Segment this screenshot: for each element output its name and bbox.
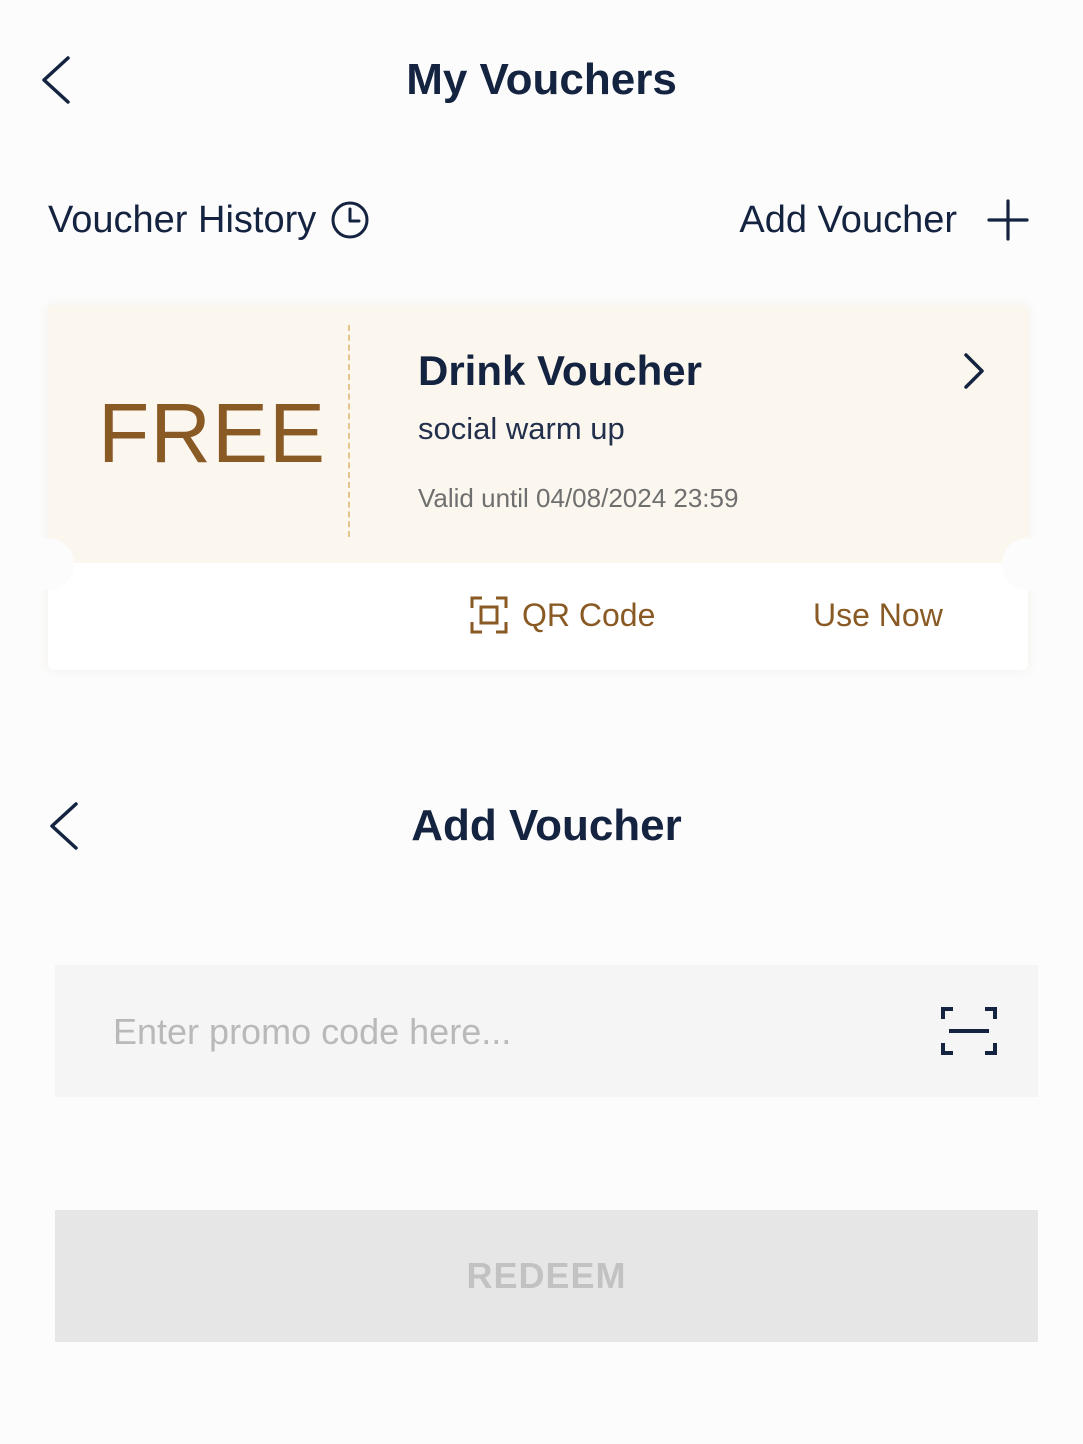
chevron-right-icon — [964, 353, 984, 389]
voucher-history-link[interactable]: Voucher History — [48, 192, 370, 248]
voucher-history-label: Voucher History — [48, 198, 317, 241]
add-voucher-label: Add Voucher — [739, 198, 957, 241]
use-now-button[interactable]: Use Now — [813, 593, 943, 637]
voucher-card[interactable]: FREE Drink Voucher social warm up Valid … — [22, 305, 1054, 670]
voucher-detail-button[interactable] — [956, 347, 992, 395]
qr-code-button[interactable]: QR Code — [470, 593, 655, 637]
plus-icon — [987, 199, 1029, 241]
voucher-title: Drink Voucher — [418, 347, 702, 394]
clock-icon — [330, 200, 370, 240]
redeem-button[interactable]: REDEEM — [55, 1210, 1038, 1342]
scan-code-button[interactable] — [939, 1005, 999, 1057]
promo-code-field — [55, 965, 1038, 1099]
promo-code-input[interactable] — [111, 965, 895, 1099]
qr-code-label: QR Code — [522, 596, 656, 633]
voucher-badge: FREE — [98, 386, 327, 480]
ticket-notch-left — [22, 538, 74, 590]
barcode-scan-icon — [941, 1007, 997, 1055]
voucher-subtitle: social warm up — [418, 411, 625, 446]
add-voucher-link[interactable]: Add Voucher — [739, 192, 1029, 248]
page-title: My Vouchers — [406, 55, 677, 104]
voucher-divider — [348, 325, 350, 537]
ticket-notch-right — [1002, 538, 1054, 590]
qr-scan-icon — [470, 596, 508, 634]
voucher-validity: Valid until 04/08/2024 23:59 — [418, 483, 739, 513]
add-voucher-title: Add Voucher — [411, 801, 682, 850]
